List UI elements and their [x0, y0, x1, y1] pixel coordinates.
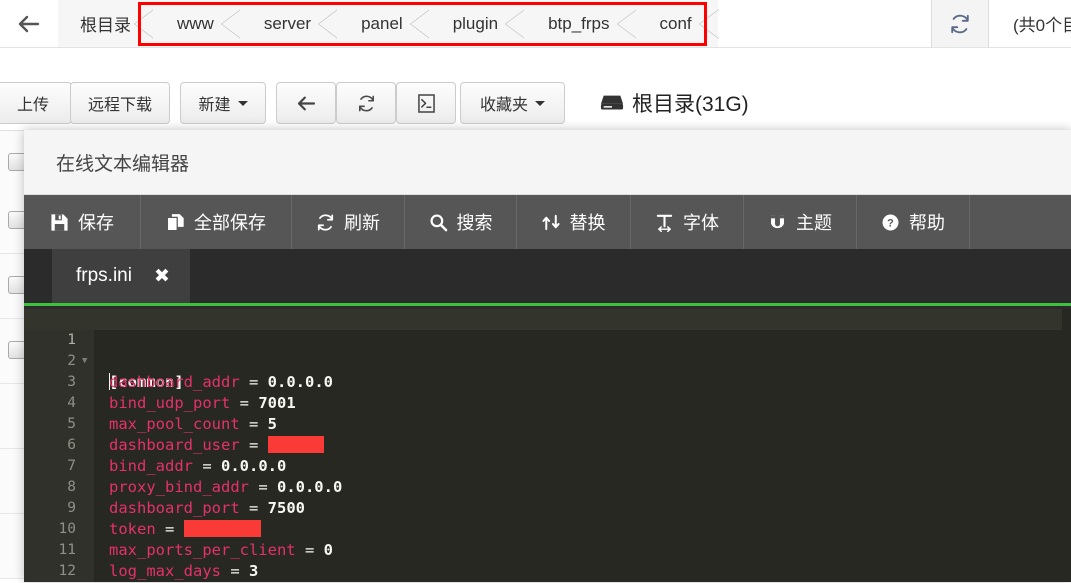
- swap-arrows-icon: [541, 213, 561, 232]
- refresh-button[interactable]: [336, 82, 396, 124]
- refresh-icon: [358, 95, 374, 111]
- path-refresh-button[interactable]: [931, 0, 989, 47]
- disk-usage-label: 根目录(31G): [600, 82, 749, 124]
- replace-label: 替换: [569, 213, 606, 233]
- refresh-icon: [951, 14, 969, 33]
- code-line[interactable]: 1 ▼ [common]: [24, 309, 1071, 391]
- refresh-icon: [316, 213, 335, 232]
- breadcrumb-label: conf: [659, 13, 692, 33]
- theme-label: 主题: [796, 213, 832, 233]
- question-circle-icon: ?: [881, 213, 900, 232]
- arrow-left-icon: [18, 15, 40, 32]
- replace-button[interactable]: 替换: [517, 195, 631, 249]
- code-line[interactable]: 12 bind_port = 7000: [24, 540, 1071, 579]
- save-label: 保存: [78, 213, 114, 233]
- save-button[interactable]: 保存: [24, 195, 141, 249]
- magnifier-icon: [429, 213, 448, 232]
- dialog-header: 在线文本编辑器: [24, 130, 1071, 195]
- save-all-button[interactable]: 全部保存: [141, 195, 292, 249]
- floppy-disk-icon: [50, 213, 69, 232]
- code-line[interactable]: 6 bind_addr = 0.0.0.0: [24, 414, 1071, 475]
- breadcrumb-label: www: [177, 13, 214, 33]
- upload-button[interactable]: 上传: [0, 82, 72, 124]
- breadcrumb-item-root[interactable]: 根目录: [58, 0, 153, 47]
- magnet-icon: [768, 213, 787, 232]
- breadcrumb-label: server: [263, 13, 312, 33]
- upload-label: 上传: [16, 97, 49, 114]
- remote-download-label: 远程下载: [87, 97, 152, 114]
- dialog-title: 在线文本编辑器: [56, 153, 190, 175]
- help-button[interactable]: ? 帮助: [857, 195, 970, 249]
- tab-frps-ini[interactable]: frps.ini ✖: [52, 249, 190, 303]
- breadcrumb-item-server[interactable]: server: [239, 0, 338, 47]
- directory-count-label: (共0个目: [1013, 16, 1071, 35]
- breadcrumb-label: 根目录: [80, 16, 131, 35]
- help-label: 帮助: [909, 213, 945, 233]
- code-line[interactable]: 7 proxy_bind_addr = 0.0.0.0: [24, 435, 1071, 496]
- chevron-down-icon: [535, 100, 545, 106]
- new-button[interactable]: 新建: [180, 82, 266, 124]
- tab-label: frps.ini: [76, 265, 132, 286]
- favorites-button[interactable]: 收藏夹: [460, 82, 565, 124]
- refresh-label: 刷新: [344, 213, 380, 233]
- back-button[interactable]: [276, 82, 336, 124]
- code-line[interactable]: 5 dashboard_user =: [24, 393, 1071, 454]
- chevron-down-icon: [237, 100, 248, 106]
- terminal-button[interactable]: [396, 82, 456, 124]
- breadcrumb-item-btp-frps[interactable]: btp_frps: [524, 0, 636, 47]
- code-line[interactable]: 13: [24, 561, 1071, 582]
- breadcrumb-item-plugin[interactable]: plugin: [428, 0, 525, 47]
- path-bar: 根目录 www server panel plugin btp_frps con…: [0, 0, 1071, 48]
- code-line[interactable]: 9 token =: [24, 477, 1071, 538]
- code-line[interactable]: 11 log_max_days = 3: [24, 519, 1071, 580]
- save-all-label: 全部保存: [194, 213, 266, 233]
- editor-vertical-scrollbar[interactable]: [1062, 309, 1071, 582]
- breadcrumb-label: plugin: [452, 13, 499, 33]
- remote-download-button[interactable]: 远程下载: [70, 82, 170, 124]
- hard-drive-icon: [600, 95, 624, 110]
- code-editor[interactable]: 1 ▼ [common] 2 dashboard_addr = 0.0.0.0 …: [24, 309, 1071, 582]
- disk-label-text: 根目录(31G): [632, 93, 749, 116]
- close-icon[interactable]: ✖: [154, 267, 170, 286]
- favorites-label: 收藏夹: [479, 97, 528, 114]
- code-line[interactable]: 8 dashboard_port = 7500: [24, 456, 1071, 517]
- breadcrumb-label: panel: [361, 13, 403, 33]
- search-label: 搜索: [456, 213, 493, 233]
- editor-tab-bar: frps.ini ✖: [24, 249, 1071, 306]
- breadcrumb-item-conf[interactable]: conf: [635, 0, 718, 47]
- arrow-left-icon: [297, 96, 315, 110]
- breadcrumb: 根目录 www server panel plugin btp_frps con…: [58, 0, 718, 47]
- breadcrumb-item-www[interactable]: www: [153, 0, 240, 47]
- svg-text:?: ?: [887, 217, 894, 229]
- new-label: 新建: [198, 97, 231, 114]
- terminal-icon: [417, 93, 435, 113]
- breadcrumb-label: btp_frps: [548, 13, 610, 33]
- theme-button[interactable]: 主题: [744, 195, 857, 249]
- text-editor-dialog: 在线文本编辑器 保存 全部保存 刷新 搜索 替换 字体 主题 ? 帮助 frps…: [24, 130, 1071, 582]
- text-height-icon: [655, 213, 674, 232]
- code-line[interactable]: 10 max_ports_per_client = 0: [24, 498, 1071, 559]
- font-button[interactable]: 字体: [631, 195, 744, 249]
- code-line[interactable]: 3 bind_udp_port = 7001: [24, 351, 1071, 412]
- font-label: 字体: [683, 213, 719, 233]
- code-line[interactable]: 4 max_pool_count = 5: [24, 372, 1071, 433]
- editor-toolbar: 保存 全部保存 刷新 搜索 替换 字体 主题 ? 帮助: [24, 195, 1071, 249]
- editor-refresh-button[interactable]: 刷新: [292, 195, 405, 249]
- breadcrumb-item-panel[interactable]: panel: [337, 0, 429, 47]
- search-button[interactable]: 搜索: [405, 195, 517, 249]
- path-back-button[interactable]: [0, 0, 59, 47]
- code-line[interactable]: 2 dashboard_addr = 0.0.0.0: [24, 330, 1071, 391]
- save-all-icon: [166, 213, 185, 232]
